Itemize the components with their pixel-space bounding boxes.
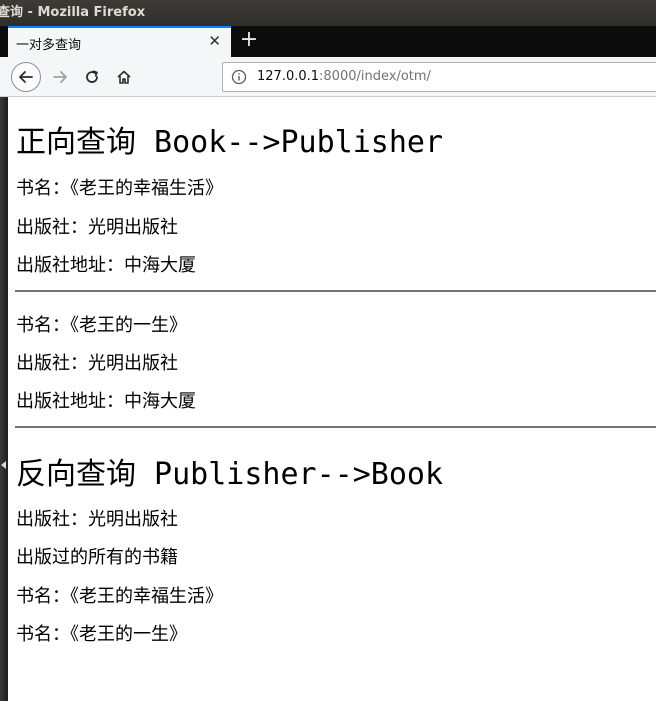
reverse-book-2: 书名：《老王的一生》 <box>16 624 187 645</box>
forward-arrow-icon <box>53 71 67 83</box>
window-titlebar: 查询 - Mozilla Firefox <box>0 0 656 26</box>
published-books-heading: 出版过的所有的书籍 <box>16 547 178 568</box>
navigation-toolbar: 127.0.0.1:8000/index/otm/ <box>0 57 656 97</box>
reverse-publisher: 出版社：光明出版社 <box>16 509 178 530</box>
home-icon <box>117 70 131 84</box>
window-title: 查询 - Mozilla Firefox <box>0 5 146 20</box>
url-bar[interactable]: 127.0.0.1:8000/index/otm/ <box>222 62 656 92</box>
back-arrow-icon <box>19 71 33 83</box>
publisher-1: 出版社：光明出版社 <box>16 217 178 238</box>
publisher-2: 出版社：光明出版社 <box>16 353 178 374</box>
url-path: :8000/index/otm/ <box>319 69 431 84</box>
forward-button[interactable] <box>46 63 74 91</box>
reload-icon <box>86 70 98 83</box>
publisher-address-2: 出版社地址：中海大厦 <box>16 391 196 412</box>
page-viewport: 正向查询 Book-->Publisher 书名：《老王的幸福生活》 出版社：光… <box>8 97 656 701</box>
url-host: 127.0.0.1 <box>257 69 320 84</box>
divider-1 <box>15 290 656 292</box>
publisher-address-1: 出版社地址：中海大厦 <box>16 255 196 276</box>
reverse-query-heading: 反向查询 Publisher-->Book <box>16 457 444 492</box>
sidebar-edge <box>0 97 8 701</box>
sidebar-handle-icon[interactable] <box>1 461 6 469</box>
info-icon[interactable] <box>231 69 247 85</box>
divider-2 <box>15 426 656 428</box>
close-icon[interactable]: ✕ <box>208 32 221 50</box>
home-button[interactable] <box>110 63 138 91</box>
reload-button[interactable] <box>78 63 106 91</box>
book-title-2: 书名：《老王的一生》 <box>16 315 187 336</box>
back-button[interactable] <box>11 62 41 92</box>
tab-strip: 一对多查询 ✕ + <box>0 26 656 57</box>
reverse-book-1: 书名：《老王的幸福生活》 <box>16 586 223 607</box>
plus-icon: + <box>239 27 259 52</box>
forward-query-heading: 正向查询 Book-->Publisher <box>16 125 444 160</box>
book-title-1: 书名：《老王的幸福生活》 <box>16 178 223 199</box>
new-tab-button[interactable]: + <box>236 27 262 55</box>
tab-title: 一对多查询 <box>16 38 82 53</box>
tab-active[interactable]: 一对多查询 ✕ <box>8 26 231 57</box>
url-text: 127.0.0.1:8000/index/otm/ <box>257 69 431 84</box>
